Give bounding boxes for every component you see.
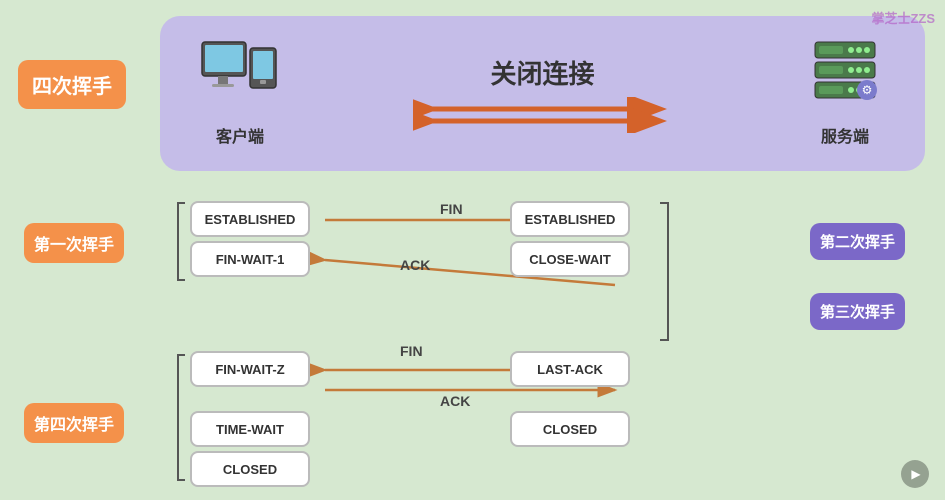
state-established-right: ESTABLISHED: [510, 201, 630, 237]
first-handshake-label: 第一次挥手: [24, 223, 124, 263]
second-handshake-label: 第二次挥手: [810, 223, 905, 260]
third-handshake-label: 第三次挥手: [810, 293, 905, 330]
server-section: ⚙ 服务端: [805, 40, 885, 147]
client-icon: [200, 40, 280, 115]
svg-text:⚙: ⚙: [862, 83, 873, 97]
diagram: FIN ACK FIN ACK ESTABLISHED FIN-WAIT-1 F…: [20, 185, 925, 490]
watermark: 掌芝士ZZS: [871, 8, 935, 27]
main-label: 四次挥手: [18, 60, 126, 109]
state-established-left: ESTABLISHED: [190, 201, 310, 237]
packet-fin2: FIN: [400, 343, 423, 359]
state-fin-wait-1: FIN-WAIT-1: [190, 241, 310, 277]
state-fin-wait-2: FIN-WAIT-Z: [190, 351, 310, 387]
client-section: 客户端: [200, 40, 280, 147]
server-icon: ⚙: [805, 40, 885, 115]
state-time-wait: TIME-WAIT: [190, 411, 310, 447]
state-last-ack: LAST-ACK: [510, 351, 630, 387]
state-close-wait: CLOSE-WAIT: [510, 241, 630, 277]
client-label: 客户端: [216, 123, 264, 147]
packet-ack2: ACK: [440, 393, 470, 409]
connection-title: 关闭连接: [490, 54, 594, 91]
packet-fin1: FIN: [440, 201, 463, 217]
server-label: 服务端: [821, 123, 869, 147]
state-closed-right: CLOSED: [510, 411, 630, 447]
fourth-handshake-label: 第四次挥手: [24, 403, 124, 443]
top-section: 客户端 关闭连接: [160, 16, 925, 171]
play-button[interactable]: [901, 460, 929, 488]
state-closed-left: CLOSED: [190, 451, 310, 487]
packet-ack1: ACK: [400, 257, 430, 273]
